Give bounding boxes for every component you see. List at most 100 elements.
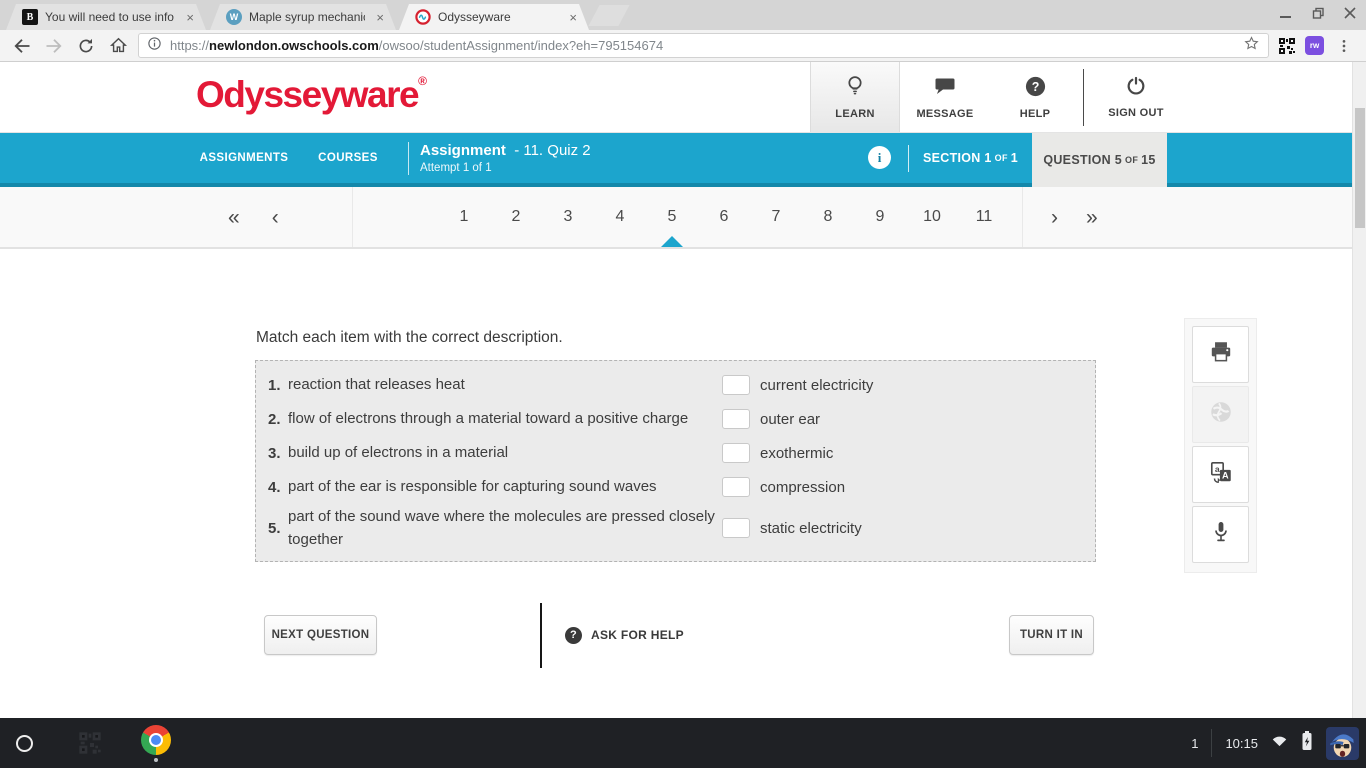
qr-extension-icon[interactable] bbox=[1277, 36, 1297, 56]
item-text: part of the ear is responsible for captu… bbox=[288, 478, 657, 496]
tab-close-icon[interactable]: × bbox=[565, 9, 581, 26]
last-question-icon[interactable]: » bbox=[1086, 207, 1098, 228]
question-number-8[interactable]: 8 bbox=[802, 187, 854, 247]
question-number-10[interactable]: 10 bbox=[906, 187, 958, 247]
nav-label: LEARN bbox=[835, 108, 875, 120]
divider bbox=[540, 603, 542, 668]
answer-input-1[interactable] bbox=[722, 375, 750, 395]
new-tab-button[interactable] bbox=[588, 5, 630, 26]
scrollbar-track[interactable] bbox=[1352, 62, 1366, 718]
item-text: flow of electrons through a material tow… bbox=[288, 410, 689, 428]
print-button[interactable] bbox=[1192, 326, 1249, 383]
answer-option: exothermic bbox=[760, 444, 834, 462]
accessibility-toolbar: aA bbox=[1184, 318, 1257, 573]
forward-icon[interactable] bbox=[42, 34, 66, 58]
url-text: https://newlondon.owschools.com/owsoo/st… bbox=[170, 38, 1235, 53]
info-icon[interactable]: i bbox=[868, 146, 891, 169]
minimize-icon[interactable] bbox=[1280, 7, 1292, 19]
registered-mark: ® bbox=[418, 74, 427, 88]
match-row: 5. part of the sound wave where the mole… bbox=[262, 504, 1087, 552]
home-icon[interactable] bbox=[106, 34, 130, 58]
nav-message[interactable]: MESSAGE bbox=[900, 62, 990, 132]
previous-question-icon[interactable]: ‹ bbox=[272, 207, 279, 228]
bookmark-star-icon[interactable] bbox=[1243, 35, 1260, 57]
item-text: reaction that releases heat bbox=[288, 376, 465, 394]
answer-input-2[interactable] bbox=[722, 409, 750, 429]
question-circle-icon: ? bbox=[1024, 75, 1047, 103]
help-circle-icon: ? bbox=[565, 626, 582, 644]
odysseyware-favicon-icon bbox=[415, 9, 431, 25]
translate-icon: aA bbox=[1208, 459, 1234, 490]
wifi-icon bbox=[1271, 733, 1288, 753]
browser-menu-icon[interactable] bbox=[1332, 34, 1356, 58]
match-row: 3. build up of electrons in a material e… bbox=[262, 436, 1087, 470]
question-prompt: Match each item with the correct descrip… bbox=[256, 329, 563, 346]
item-text: build up of electrons in a material bbox=[288, 444, 509, 462]
first-question-icon[interactable]: « bbox=[228, 207, 240, 228]
item-number: 3. bbox=[268, 444, 281, 462]
wordpress-favicon-icon: W bbox=[226, 9, 242, 25]
back-icon[interactable] bbox=[10, 34, 34, 58]
user-avatar[interactable] bbox=[1326, 726, 1359, 760]
tab-close-icon[interactable]: × bbox=[182, 9, 198, 26]
browser-tab-2[interactable]: W Maple syrup mechanics: × bbox=[210, 4, 396, 30]
close-window-icon[interactable] bbox=[1344, 7, 1356, 19]
restore-window-icon[interactable] bbox=[1312, 7, 1324, 19]
answer-input-5[interactable] bbox=[722, 518, 750, 538]
readwrite-extension-icon[interactable]: rw bbox=[1305, 36, 1324, 55]
microphone-icon bbox=[1209, 519, 1233, 550]
chrome-app[interactable] bbox=[141, 724, 171, 762]
item-text: part of the sound wave where the molecul… bbox=[288, 507, 715, 548]
next-question-button[interactable]: NEXT QUESTION bbox=[264, 615, 377, 655]
question-number-3[interactable]: 3 bbox=[542, 187, 594, 247]
question-number-5-active[interactable]: 5 bbox=[646, 187, 698, 247]
tab-title: Odysseyware bbox=[438, 10, 511, 24]
nav-sign-out[interactable]: SIGN OUT bbox=[1090, 62, 1182, 132]
nav-courses[interactable]: COURSES bbox=[304, 133, 392, 183]
launcher-icon[interactable] bbox=[16, 734, 33, 752]
speech-bubble-icon bbox=[933, 74, 957, 103]
divider bbox=[408, 142, 409, 175]
nav-label: MESSAGE bbox=[916, 108, 974, 120]
page-info-icon[interactable] bbox=[147, 36, 162, 56]
nav-assignments[interactable]: ASSIGNMENTS bbox=[200, 133, 288, 183]
scrollbar-thumb[interactable] bbox=[1355, 108, 1365, 228]
divider bbox=[1211, 729, 1213, 757]
browser-tab-strip: B You will need to use info × W Maple sy… bbox=[0, 0, 1366, 30]
next-question-icon[interactable]: › bbox=[1051, 207, 1058, 228]
nav-label: SIGN OUT bbox=[1108, 107, 1164, 119]
qr-app-icon[interactable] bbox=[77, 730, 103, 756]
question-number-7[interactable]: 7 bbox=[750, 187, 802, 247]
tab-close-icon[interactable]: × bbox=[372, 9, 388, 26]
turn-it-in-button[interactable]: TURN IT IN bbox=[1009, 615, 1094, 655]
notification-count[interactable]: 1 bbox=[1191, 736, 1198, 751]
status-area[interactable]: 1 10:15 bbox=[1191, 726, 1366, 760]
answer-input-4[interactable] bbox=[722, 477, 750, 497]
browser-tab-1[interactable]: B You will need to use info × bbox=[6, 4, 206, 30]
section-tab[interactable]: SECTION 1 of 1 bbox=[909, 133, 1032, 183]
svg-text:a: a bbox=[1214, 464, 1219, 474]
answer-input-3[interactable] bbox=[722, 443, 750, 463]
url-bar[interactable]: https://newlondon.owschools.com/owsoo/st… bbox=[138, 33, 1269, 58]
speech-button[interactable] bbox=[1192, 506, 1249, 563]
clock[interactable]: 10:15 bbox=[1225, 736, 1258, 751]
question-number-1[interactable]: 1 bbox=[438, 187, 490, 247]
question-number-9[interactable]: 9 bbox=[854, 187, 906, 247]
nav-learn[interactable]: LEARN bbox=[810, 62, 900, 132]
question-tab[interactable]: QUESTION 5 of 15 bbox=[1032, 133, 1167, 187]
globe-button-disabled[interactable] bbox=[1192, 386, 1249, 443]
question-number-11[interactable]: 11 bbox=[958, 187, 1010, 247]
nav-help[interactable]: ? HELP bbox=[990, 62, 1080, 132]
chrome-icon bbox=[141, 724, 171, 755]
refresh-icon[interactable] bbox=[74, 34, 98, 58]
ask-for-help-button[interactable]: ? ASK FOR HELP bbox=[565, 615, 684, 655]
question-number-4[interactable]: 4 bbox=[594, 187, 646, 247]
odysseyware-header: Odysseyware® LEARN MESSAGE ? HELP SIGN O… bbox=[0, 62, 1366, 133]
item-number: 1. bbox=[268, 376, 281, 394]
assignment-bar: ASSIGNMENTS COURSES Assignment - 11. Qui… bbox=[0, 133, 1366, 187]
globe-icon bbox=[1208, 399, 1234, 430]
translate-button[interactable]: aA bbox=[1192, 446, 1249, 503]
browser-tab-odysseyware[interactable]: Odysseyware × bbox=[399, 4, 589, 30]
question-number-2[interactable]: 2 bbox=[490, 187, 542, 247]
question-number-6[interactable]: 6 bbox=[698, 187, 750, 247]
